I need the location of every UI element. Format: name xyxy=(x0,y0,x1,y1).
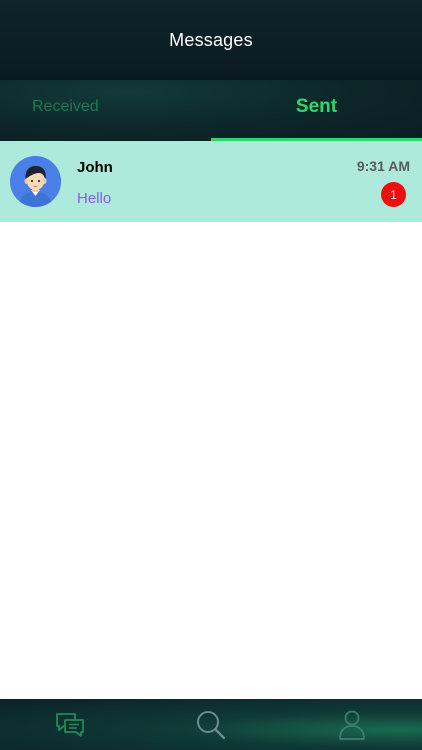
nav-search[interactable] xyxy=(141,699,282,750)
chat-icon xyxy=(56,712,85,737)
app-header: Messages xyxy=(0,0,422,80)
tab-sent[interactable]: Sent xyxy=(211,80,422,141)
profile-icon xyxy=(338,710,365,740)
tab-received[interactable]: Received xyxy=(0,80,211,141)
message-preview: Hello xyxy=(77,190,112,207)
tab-sent-label: Sent xyxy=(295,96,338,117)
search-icon xyxy=(197,710,226,739)
tab-bar: Received Sent xyxy=(0,80,422,141)
message-time: 9:31 AM xyxy=(356,158,410,174)
bottom-nav xyxy=(0,699,422,750)
list-item[interactable]: John Hello 9:31 AM xyxy=(0,141,422,222)
contact-name: John xyxy=(77,159,113,176)
message-list: John Hello 9:31 AM xyxy=(0,141,422,222)
tab-received-label: Received xyxy=(32,98,99,115)
avatar xyxy=(10,156,61,207)
unread-badge: 1 xyxy=(381,182,406,207)
nav-messages[interactable] xyxy=(0,699,141,750)
nav-profile[interactable] xyxy=(281,699,422,750)
user-avatar-icon xyxy=(10,156,61,207)
page-title: Messages xyxy=(169,29,253,50)
